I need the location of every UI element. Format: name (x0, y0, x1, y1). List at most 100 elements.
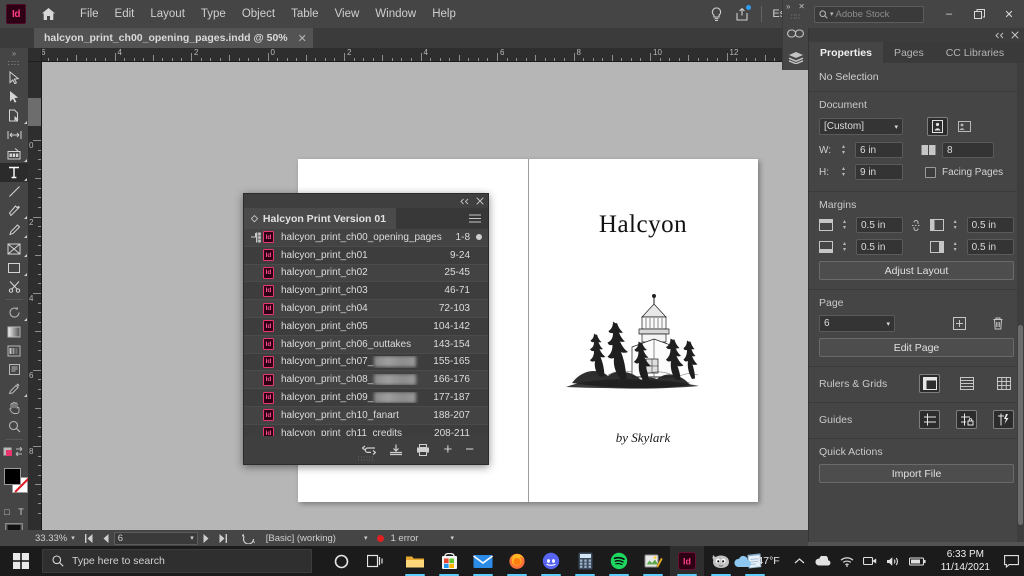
volume-icon[interactable] (886, 556, 900, 567)
tools-drag-handle[interactable]: ∷∷ (0, 58, 28, 68)
apply-color-row[interactable] (0, 443, 28, 462)
collapse-icon[interactable]: » (786, 2, 790, 11)
menu-file[interactable]: File (72, 4, 107, 24)
close-icon[interactable] (1011, 31, 1019, 39)
home-icon[interactable] (34, 1, 62, 27)
paint-icon[interactable] (636, 546, 670, 576)
discord-icon[interactable] (534, 546, 568, 576)
task-view-icon[interactable] (358, 546, 392, 576)
line-tool[interactable] (0, 182, 28, 201)
microsoft-store-icon[interactable] (432, 546, 466, 576)
hand-tool[interactable] (0, 398, 28, 417)
lightbulb-icon[interactable] (703, 1, 729, 27)
gap-tool[interactable] (0, 125, 28, 144)
first-page-icon[interactable] (80, 533, 98, 543)
menu-layout[interactable]: Layout (142, 4, 193, 24)
note-tool[interactable] (0, 360, 28, 379)
eyedropper-tool[interactable] (0, 379, 28, 398)
book-document-row[interactable]: Id halcyon_print_ch06_outtakes 143-154 (244, 335, 488, 354)
book-document-row[interactable]: Id halcyon_print_ch00_opening_pages 1-8 (244, 229, 488, 247)
height-stepper[interactable]: ▴ ▾ (838, 166, 849, 178)
margin-right-field[interactable]: 0.5 in (966, 239, 1014, 255)
book-document-row[interactable]: Id halcyon_print_ch07_ 155-165 (244, 353, 488, 372)
tab-cc-libraries[interactable]: CC Libraries (935, 42, 1015, 63)
show-rulers-button[interactable] (919, 374, 940, 393)
pen-tool[interactable] (0, 201, 28, 220)
direct-selection-tool[interactable] (0, 87, 28, 106)
windows-start-icon[interactable] (0, 546, 42, 576)
book-panel-titlebar[interactable] (244, 194, 488, 208)
tab-pages[interactable]: Pages (883, 42, 935, 63)
tools-collapse-icon[interactable]: » (0, 48, 28, 58)
broken-link-icon[interactable] (909, 219, 923, 232)
menu-view[interactable]: View (327, 4, 368, 24)
margin-right-stepper[interactable]: ▴ ▾ (950, 241, 961, 253)
horizontal-ruler[interactable]: 6 4 2 0 2 4 6 8 10 12 (42, 48, 808, 62)
maximize-button[interactable] (964, 0, 994, 28)
preflight-icon[interactable] (232, 533, 260, 544)
weather-widget[interactable]: 47°F (726, 555, 786, 568)
margin-top-stepper[interactable]: ▴ ▾ (839, 219, 850, 231)
formatting-affects-container-icon[interactable]: □ (0, 504, 14, 520)
lighthouse-illustration[interactable] (558, 275, 728, 395)
adobe-stock-search[interactable]: ▾ Adobe Stock (814, 5, 924, 23)
free-transform-tool[interactable] (0, 303, 28, 322)
book-document-row[interactable]: Id halcyon_print_ch10_fanart 188-207 (244, 406, 488, 425)
smart-guides-button[interactable] (993, 410, 1014, 429)
onedrive-icon[interactable] (814, 556, 831, 566)
share-icon[interactable] (729, 1, 755, 27)
adjust-layout-button[interactable]: Adjust Layout (819, 261, 1014, 280)
book-document-row[interactable]: Id halcyon_print_ch11_credits 208-211 (244, 424, 488, 436)
hamburger-icon[interactable] (469, 214, 488, 223)
margin-bottom-stepper[interactable]: ▴ ▾ (839, 241, 850, 253)
book-document-row[interactable]: Id halcyon_print_ch05 104-142 (244, 317, 488, 336)
menu-object[interactable]: Object (234, 4, 283, 24)
height-field[interactable]: 9 in (855, 164, 903, 180)
book-document-row[interactable]: Id halcyon_print_ch04 72-103 (244, 300, 488, 318)
cortana-icon[interactable] (324, 546, 358, 576)
meet-now-icon[interactable] (862, 556, 877, 566)
style-source-icon[interactable] (247, 232, 263, 243)
baseline-grid-button[interactable] (956, 374, 977, 393)
prev-page-icon[interactable] (98, 533, 114, 543)
last-page-icon[interactable] (214, 533, 232, 543)
gradient-swatch-tool[interactable] (0, 322, 28, 341)
page-number-field[interactable]: 6 ▾ (113, 531, 198, 545)
edit-page-button[interactable]: Edit Page (819, 338, 1014, 357)
book-document-row[interactable]: Id halcyon_print_ch02 25-45 (244, 264, 488, 283)
pencil-tool[interactable] (0, 220, 28, 239)
error-status[interactable]: 1 error ▾ (372, 533, 459, 544)
zoom-tool[interactable] (0, 417, 28, 436)
scissors-tool[interactable] (0, 277, 28, 296)
book-document-row[interactable]: Id halcyon_print_ch03 46-71 (244, 282, 488, 301)
margin-bottom-field[interactable]: 0.5 in (856, 239, 904, 255)
menu-help[interactable]: Help (424, 4, 464, 24)
gradient-feather-tool[interactable] (0, 341, 28, 360)
next-page-icon[interactable] (198, 533, 214, 543)
indesign-icon[interactable]: Id (670, 546, 704, 576)
width-stepper[interactable]: ▴ ▾ (838, 144, 849, 156)
notification-icon[interactable] (998, 554, 1024, 568)
width-field[interactable]: 6 in (855, 142, 903, 158)
menu-table[interactable]: Table (283, 4, 327, 24)
book-tab[interactable]: ◇ Halcyon Print Version 01 (244, 208, 397, 229)
book-document-row[interactable]: Id halcyon_print_ch01 9-24 (244, 246, 488, 265)
firefox-icon[interactable] (500, 546, 534, 576)
fill-stroke-swatches[interactable] (0, 464, 28, 504)
facing-pages-checkbox[interactable] (925, 166, 936, 178)
battery-icon[interactable] (908, 556, 926, 566)
page-right-cover[interactable]: Halcyon by Skylark (528, 159, 758, 502)
trash-icon[interactable] (992, 317, 1004, 330)
print-book-button[interactable] (416, 444, 430, 456)
close-button[interactable]: ✕ (994, 0, 1024, 28)
lock-guides-button[interactable] (956, 410, 977, 429)
links-icon[interactable] (783, 21, 808, 45)
network-icon[interactable] (840, 556, 854, 567)
add-document-button[interactable]: + (443, 442, 452, 457)
book-panel[interactable]: ◇ Halcyon Print Version 01 Id halcyon_pri… (243, 193, 489, 465)
spotify-icon[interactable] (602, 546, 636, 576)
show-guides-button[interactable] (919, 410, 940, 429)
pages-count-field[interactable]: 8 (942, 142, 994, 158)
book-document-list[interactable]: Id halcyon_print_ch00_opening_pages 1-8 Id h… (244, 229, 488, 436)
menu-type[interactable]: Type (193, 4, 234, 24)
